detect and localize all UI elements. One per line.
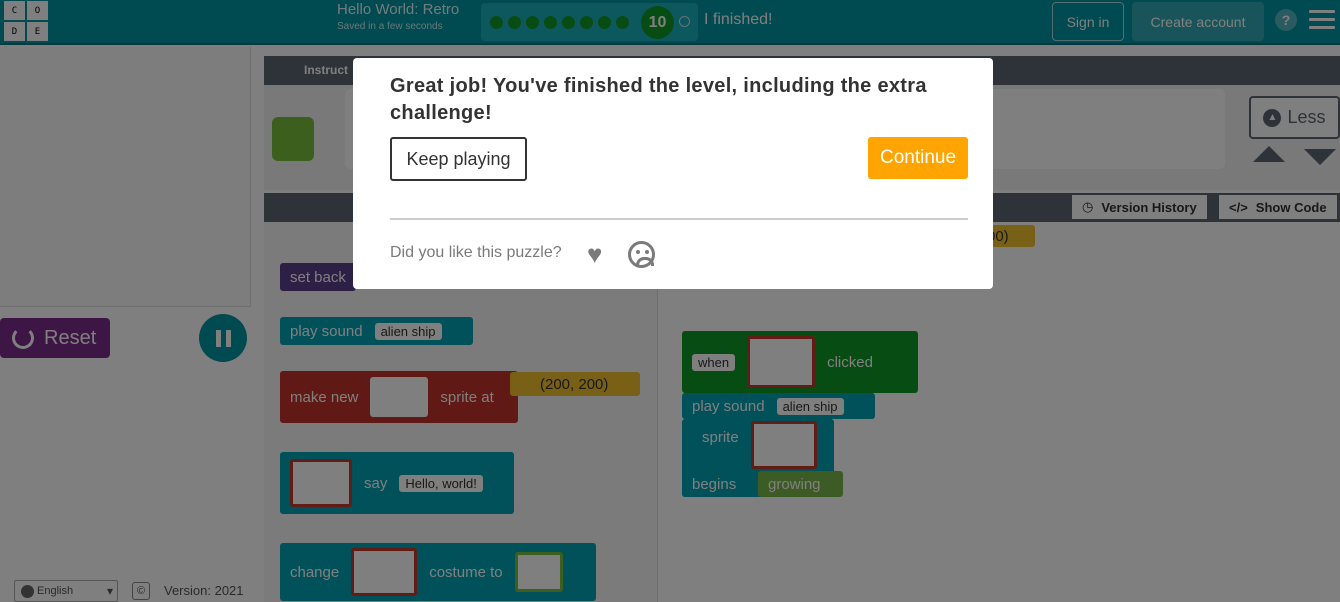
- completion-dialog: Great job! You've finished the level, in…: [353, 58, 993, 289]
- heart-icon[interactable]: ♥: [587, 241, 602, 267]
- page: C O D E Hello World: Retro Saved in a fe…: [0, 0, 1340, 602]
- sad-face-icon[interactable]: [628, 241, 655, 268]
- keep-playing-button[interactable]: Keep playing: [390, 137, 527, 181]
- divider: [390, 218, 968, 220]
- feedback-question: Did you like this puzzle?: [390, 244, 562, 261]
- continue-button[interactable]: Continue: [868, 137, 968, 179]
- dialog-title: Great job! You've finished the level, in…: [390, 75, 927, 124]
